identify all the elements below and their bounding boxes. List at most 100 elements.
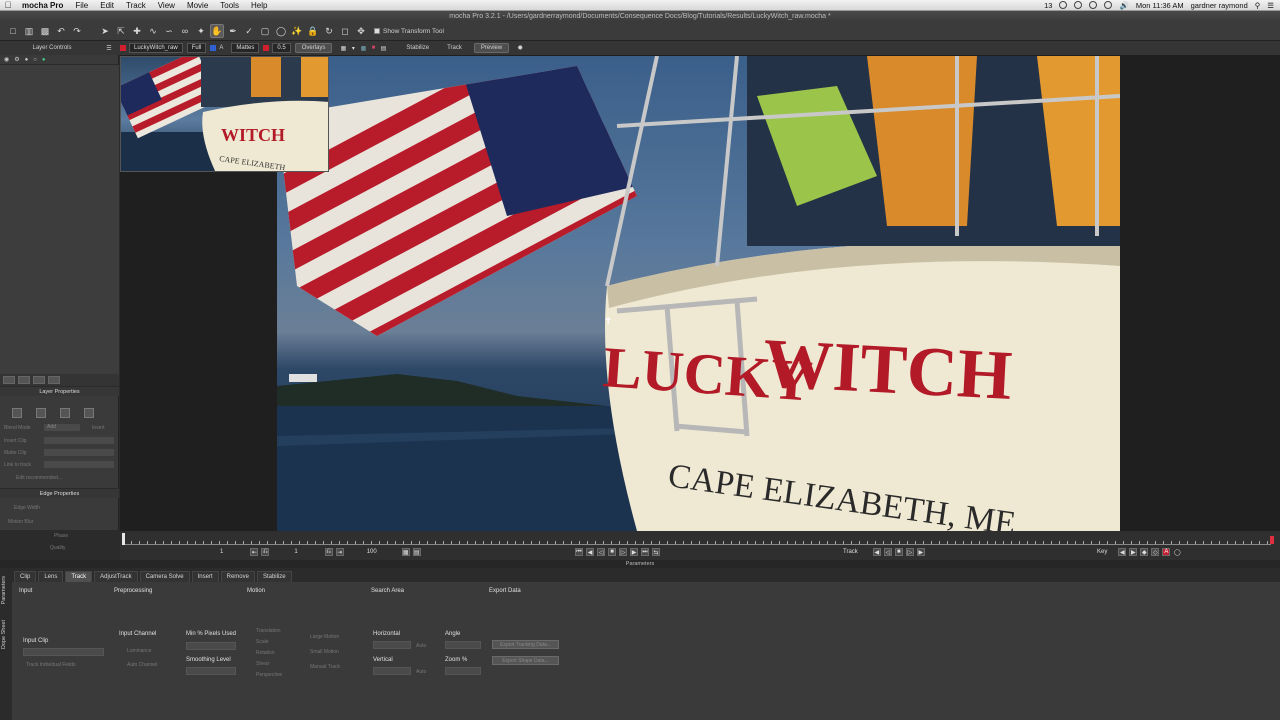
- key-settings-icon[interactable]: ◯: [1173, 548, 1181, 556]
- xspline-tool-icon[interactable]: ∿: [146, 24, 160, 38]
- menubar-status-badge[interactable]: 13: [1044, 1, 1052, 10]
- tab-track[interactable]: Track: [65, 571, 93, 582]
- menu-track[interactable]: Track: [120, 1, 152, 10]
- spotlight-icon[interactable]: ⚲: [1255, 1, 1261, 10]
- menu-view[interactable]: View: [152, 1, 181, 10]
- insert-clip-select[interactable]: [44, 437, 114, 444]
- prev-key-icon[interactable]: ◀: [1118, 548, 1127, 556]
- select-all-tool-icon[interactable]: ⇱: [114, 24, 128, 38]
- menu-tools[interactable]: Tools: [214, 1, 245, 10]
- menubar-clock[interactable]: Mon 11:36 AM: [1136, 1, 1184, 10]
- tab-adjust-track[interactable]: AdjustTrack: [94, 571, 138, 582]
- layer-in-button[interactable]: [12, 408, 22, 418]
- overlays-button[interactable]: Overlays: [294, 43, 333, 53]
- min-pixels-field[interactable]: [186, 642, 236, 650]
- track-step-forward-icon[interactable]: ▷: [905, 548, 914, 556]
- play-forward-icon[interactable]: ▷: [619, 548, 627, 556]
- zoom-box-icon[interactable]: ◻: [338, 24, 352, 38]
- current-frame-value[interactable]: 1: [294, 549, 297, 555]
- overlay-options-icon[interactable]: ▦: [338, 43, 348, 53]
- notifications-icon[interactable]: ☰: [1267, 1, 1274, 10]
- move-tool-icon[interactable]: ✥: [354, 24, 368, 38]
- luminance-radio[interactable]: Luminance: [127, 648, 151, 654]
- select-tool-icon[interactable]: ➤: [98, 24, 112, 38]
- loop-icon[interactable]: ⇆: [652, 548, 660, 556]
- vertical-field[interactable]: [373, 667, 411, 675]
- timeline-ruler[interactable]: [123, 537, 1271, 545]
- side-tab-dope-sheet[interactable]: Dope Sheet: [1, 620, 11, 649]
- matte-clip-select[interactable]: [44, 449, 114, 456]
- tab-lens[interactable]: Lens: [38, 571, 64, 582]
- new-project-icon[interactable]: □: [6, 24, 20, 38]
- stabilize-view-button[interactable]: Stabilize: [400, 43, 435, 53]
- menu-movie[interactable]: Movie: [181, 1, 214, 10]
- blend-mode-select[interactable]: Add: [44, 424, 80, 431]
- stop-icon[interactable]: ■: [608, 548, 616, 556]
- track-step-back-icon[interactable]: ◁: [883, 548, 892, 556]
- tab-insert[interactable]: Insert: [191, 571, 219, 582]
- viewer-canvas[interactable]: LUCKY WITCH CAPE ELIZABETH, ME ✝ WITCH C…: [120, 55, 1280, 531]
- pin-tool-icon[interactable]: ✦: [194, 24, 208, 38]
- circle-tool-icon[interactable]: ◯: [274, 24, 288, 38]
- horizontal-field[interactable]: [373, 641, 411, 649]
- auto-key-button[interactable]: A: [1162, 548, 1171, 556]
- resolution-select[interactable]: Full: [186, 43, 207, 53]
- tab-clip[interactable]: Clip: [14, 571, 37, 582]
- menu-edit[interactable]: Edit: [94, 1, 120, 10]
- input-clip-select[interactable]: [23, 648, 104, 656]
- step-forward-icon[interactable]: ▶: [630, 548, 638, 556]
- track-stop-icon[interactable]: ■: [894, 548, 903, 556]
- gear-icon[interactable]: ⚙: [14, 56, 19, 63]
- wifi-icon[interactable]: [1104, 1, 1113, 9]
- angle-field[interactable]: [445, 641, 481, 649]
- xspline-add-icon[interactable]: ✒: [226, 24, 240, 38]
- track-forward-icon[interactable]: ▶: [916, 548, 925, 556]
- small-motion-radio[interactable]: Small Motion: [310, 649, 339, 655]
- bezier-add-icon[interactable]: ✓: [242, 24, 256, 38]
- large-motion-radio[interactable]: Large Motion: [310, 634, 339, 640]
- reset-timeline-button[interactable]: ▤: [412, 548, 421, 556]
- smoothing-field[interactable]: [186, 667, 236, 675]
- export-tracking-data-button[interactable]: Export Tracking Data...: [492, 640, 559, 649]
- panel-menu-icon[interactable]: ☰: [104, 43, 114, 53]
- color-icon[interactable]: ●: [42, 57, 46, 63]
- out-point-marker[interactable]: [1270, 536, 1274, 544]
- rectangle-tool-icon[interactable]: ▢: [258, 24, 272, 38]
- tab-camera-solve[interactable]: Camera Solve: [139, 571, 190, 582]
- trace-view-button[interactable]: Track: [441, 43, 468, 53]
- lock-layer-icon[interactable]: ●: [25, 57, 29, 63]
- track-backward-icon[interactable]: ◀: [872, 548, 881, 556]
- layer-key-button[interactable]: [36, 408, 46, 418]
- tab-stabilize[interactable]: Stabilize: [256, 571, 292, 582]
- magnetic-tool-icon[interactable]: ∞: [178, 24, 192, 38]
- viewer-settings-icon[interactable]: ✹: [515, 43, 525, 53]
- volume-icon[interactable]: 🔊: [1119, 1, 1128, 10]
- layer-out-button[interactable]: [84, 408, 94, 418]
- menu-help[interactable]: Help: [245, 1, 273, 10]
- rgb-channel-swatch[interactable]: [210, 45, 217, 51]
- group-layer-button[interactable]: [33, 376, 45, 384]
- playhead[interactable]: [122, 533, 125, 545]
- eye-icon[interactable]: ◉: [4, 56, 9, 63]
- add-layer-button[interactable]: [3, 376, 15, 384]
- delete-key-icon[interactable]: ◇: [1151, 548, 1160, 556]
- rotate-tool-icon[interactable]: ↻: [322, 24, 336, 38]
- save-project-icon[interactable]: ▩: [38, 24, 52, 38]
- alpha-channel-label[interactable]: A: [219, 45, 223, 51]
- reset-in-point-button[interactable]: ⎌: [261, 548, 270, 556]
- motion-perspective-checkbox[interactable]: Perspective: [256, 672, 282, 678]
- time-machine-icon[interactable]: [1074, 1, 1083, 9]
- motion-shear-checkbox[interactable]: Shear: [256, 661, 269, 667]
- bluetooth-icon[interactable]: [1089, 1, 1098, 9]
- add-point-tool-icon[interactable]: ✚: [130, 24, 144, 38]
- layer-list[interactable]: [0, 65, 119, 375]
- undo-icon[interactable]: ↶: [54, 24, 68, 38]
- matte-opacity-field[interactable]: 0.5: [272, 43, 291, 53]
- zoom-timeline-button[interactable]: ▦: [401, 548, 410, 556]
- in-frame-value[interactable]: 1: [220, 549, 223, 555]
- motion-rotation-checkbox[interactable]: Rotation: [256, 650, 275, 656]
- view-icon[interactable]: ▤: [378, 43, 388, 53]
- menubar-user[interactable]: gardner raymond: [1191, 1, 1248, 10]
- reset-out-point-button[interactable]: ⎌: [324, 548, 333, 556]
- matte-color-swatch[interactable]: [263, 45, 270, 51]
